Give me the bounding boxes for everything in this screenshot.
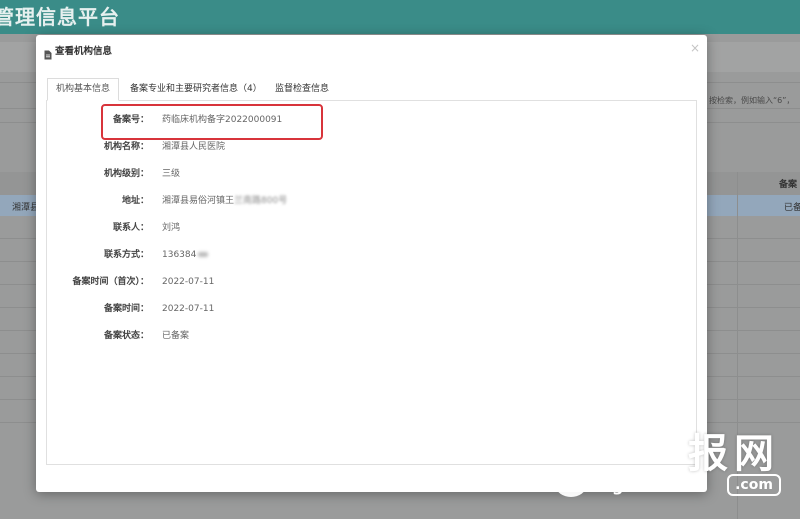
- search-hint: 按检索，例如输入“6”，: [709, 96, 795, 105]
- field-filing-date: 备案时间： 2022-07-11: [47, 296, 687, 323]
- redaction-blur: [198, 252, 209, 257]
- address-clear-text: 湘潭县易俗河镇王: [162, 196, 235, 206]
- institution-info-modal: 查看机构信息 × 机构基本信息 备案专业和主要研究者信息（4） 监督检查信息 备…: [36, 35, 707, 492]
- address-blurred-text: 兰南路800号: [234, 196, 288, 206]
- tab-specialties-researchers[interactable]: 备案专业和主要研究者信息（4）: [122, 78, 270, 100]
- field-value: 湘潭县人民医院: [162, 142, 226, 152]
- app-title: 管理信息平台: [0, 5, 120, 29]
- modal-header: 查看机构信息: [44, 43, 113, 60]
- field-label: 备案号：: [112, 115, 149, 125]
- close-button[interactable]: ×: [688, 41, 702, 55]
- phone-clear-text: 136384: [162, 250, 197, 260]
- field-institution-name: 机构名称： 湘潭县人民医院: [47, 134, 687, 161]
- field-value: 药临床机构备字2022000091: [162, 115, 283, 125]
- modal-title: 查看机构信息: [55, 46, 113, 57]
- field-value: 136384: [162, 242, 209, 269]
- field-first-filing-date: 备案时间（首次）： 2022-07-11: [47, 269, 687, 296]
- field-label: 联系方式：: [103, 250, 149, 260]
- field-label: 备案时间：: [103, 304, 149, 314]
- tab-inspection-info[interactable]: 监督检查信息: [267, 78, 337, 100]
- field-contact-person: 联系人： 刘鸿: [47, 215, 687, 242]
- basic-info-panel: 备案号： 药临床机构备字2022000091 机构名称： 湘潭县人民医院 机构级…: [46, 100, 697, 465]
- field-label: 联系人：: [112, 223, 149, 233]
- field-label: 备案时间（首次）：: [72, 277, 149, 287]
- field-value: 已备案: [162, 331, 190, 341]
- document-icon: [44, 45, 52, 60]
- table-cell: 已备: [784, 203, 800, 213]
- watermark-logo-shape: [556, 475, 586, 497]
- field-value: 湘潭县易俗河镇王兰南路800号: [162, 188, 287, 215]
- watermark-domain: .com: [727, 474, 781, 496]
- field-institution-level: 机构级别： 三级: [47, 161, 687, 188]
- field-label: 机构级别：: [103, 169, 149, 179]
- field-value: 三级: [162, 169, 181, 179]
- table-header-cell: 备案: [779, 180, 798, 190]
- field-contact-phone: 联系方式： 136384: [47, 242, 687, 269]
- field-filing-status: 备案状态： 已备案: [47, 323, 687, 350]
- table-cell: 湘潭县: [12, 203, 40, 213]
- field-label: 地址：: [121, 196, 149, 206]
- field-value: 刘鸿: [162, 223, 181, 233]
- field-value: 2022-07-11: [162, 304, 215, 314]
- watermark-letter: g: [612, 476, 624, 495]
- field-address: 地址： 湘潭县易俗河镇王兰南路800号: [47, 188, 687, 215]
- field-label: 机构名称：: [103, 142, 149, 152]
- field-filing-number: 备案号： 药临床机构备字2022000091: [47, 104, 687, 140]
- tab-basic-info[interactable]: 机构基本信息: [47, 78, 119, 101]
- field-label: 备案状态：: [103, 331, 149, 341]
- field-value: 2022-07-11: [162, 277, 215, 287]
- app-header: 管理信息平台: [0, 0, 800, 34]
- watermark-text: 报网: [688, 431, 780, 477]
